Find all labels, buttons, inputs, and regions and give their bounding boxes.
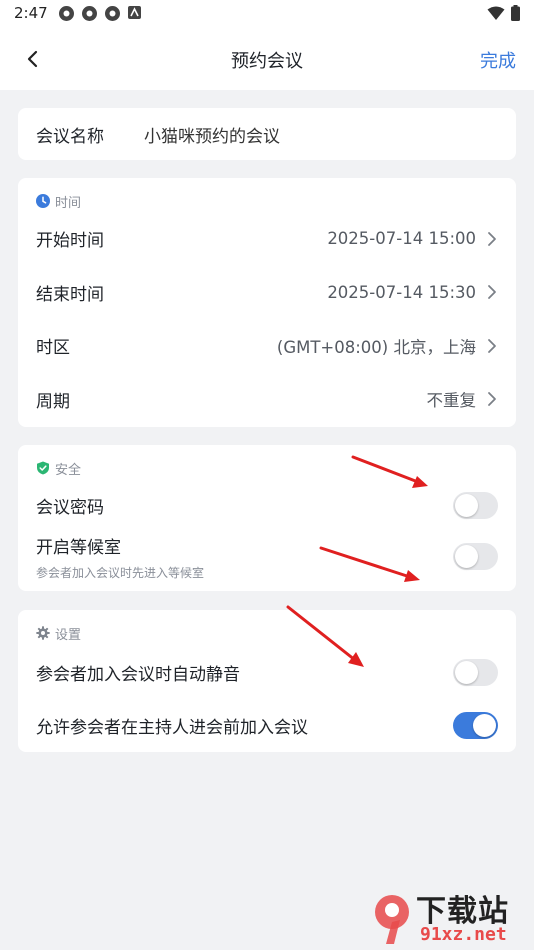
chevron-right-icon: [486, 338, 498, 354]
join-before-host-label: 允许参会者在主持人进会前加入会议: [36, 717, 308, 738]
done-button[interactable]: 完成: [480, 47, 516, 73]
settings-section-title: 设置: [55, 627, 82, 643]
status-right-icons: [487, 5, 520, 25]
wifi-icon: [487, 6, 505, 25]
battery-icon: [511, 5, 520, 25]
app-header: 预约会议 完成: [0, 28, 534, 90]
end-time-label: 结束时间: [36, 284, 104, 305]
recurrence-label: 周期: [36, 391, 70, 412]
waiting-room-toggle[interactable]: [453, 543, 498, 570]
waiting-room-label: 开启等候室: [36, 538, 121, 558]
notification-icons: [58, 5, 144, 22]
meeting-password-toggle[interactable]: [453, 491, 498, 519]
start-time-row[interactable]: 开始时间 2025-07-14 15:00: [18, 212, 516, 266]
gear-icon: [36, 626, 50, 640]
toggle-knob: [455, 545, 478, 568]
page-title: 预约会议: [231, 51, 303, 72]
time-card: 时间 开始时间 2025-07-14 15:00 结束时间 2025-07-14…: [18, 178, 516, 427]
status-time: 2:47: [14, 4, 48, 22]
auto-mute-label: 参会者加入会议时自动静音: [36, 664, 240, 685]
start-time-label: 开始时间: [36, 231, 104, 252]
join-before-host-row: 允许参会者在主持人进会前加入会议: [18, 698, 516, 752]
app-notification-icon: [104, 5, 121, 22]
security-section-title: 安全: [55, 462, 82, 478]
chevron-right-icon: [486, 284, 498, 300]
time-section-title: 时间: [55, 195, 82, 211]
end-time-value: 2025-07-14 15:30: [327, 282, 476, 302]
security-section-header: 安全: [18, 457, 516, 479]
recurrence-row[interactable]: 周期 不重复: [18, 373, 516, 427]
timezone-row[interactable]: 时区 (GMT+08:00) 北京，上海: [18, 319, 516, 373]
timezone-value: (GMT+08:00) 北京，上海: [276, 337, 476, 357]
end-time-row[interactable]: 结束时间 2025-07-14 15:30: [18, 266, 516, 320]
watermark-url: 91xz.net: [420, 924, 507, 945]
time-section-header: 时间: [18, 190, 516, 212]
annotation-arrow: [351, 455, 428, 488]
chevron-right-icon: [486, 231, 498, 247]
toggle-knob: [455, 660, 478, 684]
toggle-knob: [473, 713, 496, 737]
meeting-password-label: 会议密码: [36, 497, 104, 518]
chevron-right-icon: [486, 391, 498, 407]
settings-section-header: 设置: [18, 622, 516, 644]
app-notification-icon: [58, 5, 75, 22]
settings-card: 设置 参会者加入会议时自动静音 允许参会者在主持人进会前加入会议: [18, 610, 516, 752]
annotation-arrow: [286, 605, 364, 667]
meeting-name-card: 会议名称 小猫咪预约的会议: [18, 108, 516, 160]
status-bar: 2:47: [0, 0, 534, 28]
shield-check-icon: [36, 461, 50, 475]
meeting-name-row[interactable]: 会议名称 小猫咪预约的会议: [18, 108, 516, 160]
site-watermark: 下载站 91xz.net: [370, 886, 530, 948]
app-notification-icon: [81, 5, 98, 22]
auto-mute-toggle[interactable]: [453, 658, 498, 686]
meeting-name-label: 会议名称: [36, 126, 104, 147]
timezone-label: 时区: [36, 338, 70, 359]
start-time-value: 2025-07-14 15:00: [327, 229, 476, 249]
meeting-password-row: 会议密码: [18, 479, 516, 531]
recurrence-value: 不重复: [426, 391, 477, 411]
auto-mute-row: 参会者加入会议时自动静音: [18, 646, 516, 698]
font-notification-icon: [127, 5, 144, 22]
annotation-arrow: [319, 546, 420, 582]
meeting-name-input[interactable]: 小猫咪预约的会议: [144, 122, 280, 147]
waiting-room-row: 开启等候室 参会者加入会议时先进入等候室: [18, 531, 516, 589]
join-before-host-toggle[interactable]: [453, 711, 498, 739]
security-card: 安全 会议密码 开启等候室 参会者加入会议时先进入等候室: [18, 445, 516, 591]
clock-icon: [36, 194, 50, 208]
waiting-room-description: 参会者加入会议时先进入等候室: [36, 566, 205, 580]
watermark-logo-icon: [375, 895, 409, 944]
toggle-knob: [455, 493, 478, 517]
